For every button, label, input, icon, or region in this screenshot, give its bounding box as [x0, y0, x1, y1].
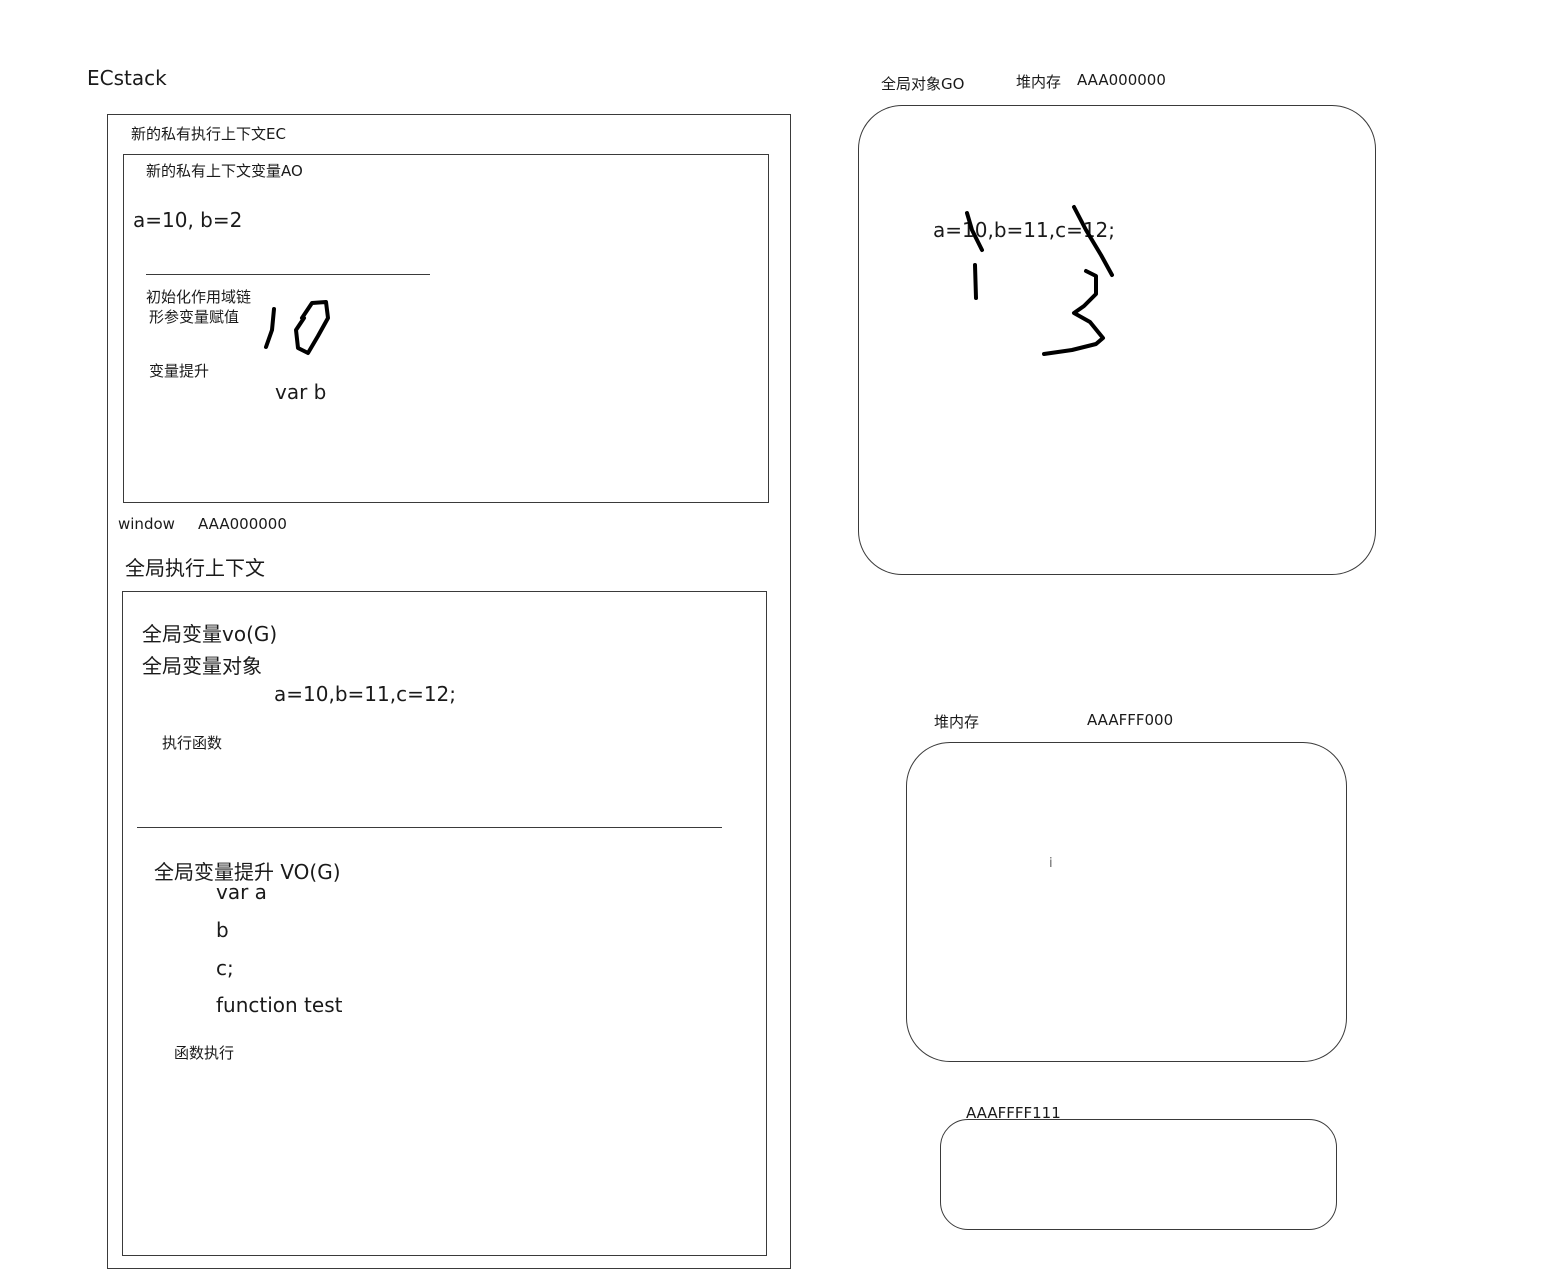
private-hoist-label: 变量提升: [149, 362, 210, 380]
private-ao-label: 新的私有上下文变量AO: [146, 162, 303, 180]
global-vo-label: 全局变量vo(G): [142, 622, 278, 646]
heap2-label: 堆内存: [934, 713, 980, 731]
private-ao-values: a=10, b=2: [133, 208, 243, 232]
global-ec-label: 全局执行上下文: [125, 556, 265, 580]
window-label: window: [118, 515, 175, 533]
go-heap-label: 堆内存: [1016, 73, 1062, 91]
heap2-box: [906, 742, 1347, 1062]
heap2-mark: i: [1049, 856, 1053, 871]
hoist-item-c: c;: [216, 956, 234, 980]
function-exec-label: 函数执行: [174, 1044, 235, 1062]
hoist-item-function-test: function test: [216, 993, 343, 1017]
scope-chain-step: 初始化作用域链: [146, 288, 252, 306]
global-object-label: 全局对象GO: [881, 75, 965, 93]
ecstack-title: ECstack: [87, 66, 167, 90]
hoist-item-b: b: [216, 918, 229, 942]
go-heap-box: [858, 105, 1376, 575]
exec-function-label: 执行函数: [162, 734, 223, 752]
private-ao-divider: [146, 274, 430, 275]
window-address: AAA000000: [198, 515, 287, 533]
global-vo-divider: [137, 827, 722, 828]
global-vo-sublabel: 全局变量对象: [142, 654, 262, 678]
heap2-address: AAAFFF000: [1087, 711, 1174, 729]
go-address: AAA000000: [1077, 71, 1166, 89]
private-ao-box: [123, 154, 769, 503]
param-assign-step: 形参变量赋值: [149, 308, 240, 326]
hoist-item-var-a: var a: [216, 880, 267, 904]
heap3-box: [940, 1119, 1337, 1230]
private-ec-label: 新的私有执行上下文EC: [131, 125, 286, 143]
go-values: a=10,b=11,c=12;: [933, 218, 1116, 242]
global-vo-values: a=10,b=11,c=12;: [274, 682, 457, 706]
private-hoist-value: var b: [275, 380, 327, 404]
